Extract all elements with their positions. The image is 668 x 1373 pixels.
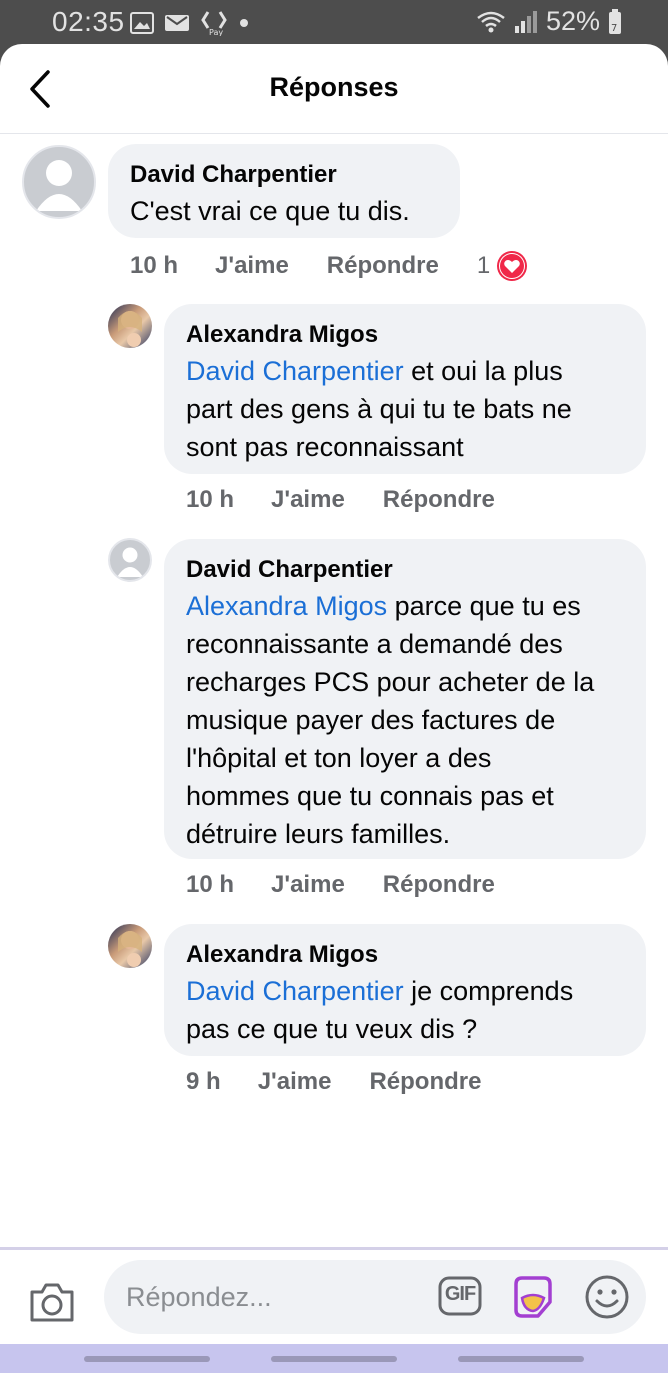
comment-text-line: part des gens à qui tu te bats ne: [186, 394, 572, 424]
avatar[interactable]: [22, 145, 96, 219]
mention-link[interactable]: Alexandra Migos: [186, 591, 387, 621]
comment-text-line: et oui la plus: [403, 356, 563, 386]
avatar[interactable]: [108, 924, 152, 968]
mail-icon: [165, 15, 189, 31]
gif-button[interactable]: GIF: [438, 1276, 482, 1316]
mention-link[interactable]: David Charpentier: [186, 356, 404, 386]
status-time: 02:35: [52, 6, 125, 37]
comment-bubble: David Charpentier C'est vrai ce que tu d…: [108, 144, 460, 238]
comment-author[interactable]: Alexandra Migos: [186, 318, 624, 352]
comment-actions: 10 h J'aime Répondre: [186, 484, 495, 516]
composer-divider: [0, 1247, 668, 1250]
sticker-icon[interactable]: [510, 1274, 556, 1320]
svg-text:Pay: Pay: [209, 28, 223, 36]
comment-text: Alexandra Migos parce que tu es reconnai…: [186, 587, 624, 853]
profile-photo: [118, 311, 142, 347]
comment-text: C'est vrai ce que tu dis.: [130, 196, 410, 226]
comment-time: 10 h: [130, 252, 179, 279]
dot-icon: [240, 19, 248, 27]
comment-author[interactable]: David Charpentier: [186, 553, 624, 587]
comment-text-line: hommes que tu connais pas et: [186, 781, 554, 811]
status-notification-icons: Pay: [130, 10, 250, 36]
status-system-icons: 52% 7: [476, 6, 622, 37]
avatar[interactable]: [108, 538, 152, 582]
reply-button[interactable]: Répondre: [327, 252, 439, 280]
comment-text-line: détruire leurs familles.: [186, 819, 451, 849]
comment-author[interactable]: Alexandra Migos: [186, 938, 624, 972]
nav-home-button[interactable]: [271, 1356, 397, 1362]
svg-text:7: 7: [611, 23, 617, 34]
comment-actions: 9 h J'aime Répondre: [186, 1066, 481, 1098]
comment-text-line: reconnaissante a demandé des: [186, 629, 563, 659]
like-button[interactable]: J'aime: [271, 871, 345, 899]
nav-recents-button[interactable]: [84, 1356, 210, 1362]
comment-time: 9 h: [186, 1068, 221, 1095]
comment-text-line: recharges PCS pour acheter de la: [186, 667, 595, 697]
comment-text-line: parce que tu es: [387, 591, 581, 621]
reply-button[interactable]: Répondre: [383, 871, 495, 899]
comment-time: 10 h: [186, 486, 235, 513]
signal-icon: [514, 10, 537, 33]
avatar[interactable]: [108, 304, 152, 348]
mention-link[interactable]: David Charpentier: [186, 976, 404, 1006]
like-button[interactable]: J'aime: [271, 486, 345, 514]
system-nav-bar: [0, 1344, 668, 1373]
comment-author[interactable]: David Charpentier: [130, 158, 438, 192]
heart-icon[interactable]: [496, 250, 528, 282]
reply-input[interactable]: [126, 1278, 426, 1316]
battery-percent: 52%: [545, 6, 600, 36]
comment-text-line: l'hôpital et ton loyer a des: [186, 743, 492, 773]
comment-actions: 10 h J'aime Répondre 1: [130, 250, 528, 282]
reaction-count: 1: [476, 252, 491, 279]
reply-composer[interactable]: GIF: [104, 1260, 646, 1334]
header: Réponses: [0, 44, 668, 134]
battery-icon: 7: [609, 8, 621, 34]
comment-text-line: sont pas reconnaissant: [186, 432, 464, 462]
default-avatar-icon: [117, 547, 143, 577]
profile-photo: [118, 931, 142, 967]
camera-icon[interactable]: [28, 1280, 76, 1324]
comment-text-line: musique payer des factures de: [186, 705, 556, 735]
emoji-icon[interactable]: [584, 1274, 630, 1320]
wifi-icon: [477, 11, 505, 32]
like-button[interactable]: J'aime: [258, 1068, 332, 1096]
reply-button[interactable]: Répondre: [369, 1068, 481, 1096]
gif-label: GIF: [444, 1283, 476, 1305]
image-icon: [130, 12, 154, 34]
nav-back-button[interactable]: [458, 1356, 584, 1362]
page-title: Réponses: [269, 72, 399, 102]
comment-actions: 10 h J'aime Répondre: [186, 869, 495, 901]
comment-bubble: Alexandra Migos David Charpentier et oui…: [164, 304, 646, 474]
like-button[interactable]: J'aime: [215, 252, 289, 280]
comment-bubble: David Charpentier Alexandra Migos parce …: [164, 539, 646, 859]
comment-text: David Charpentier et oui la plus part de…: [186, 352, 624, 466]
status-bar: 02:35 Pay 52% 7: [0, 0, 668, 48]
pay-icon: Pay: [201, 11, 227, 36]
comment-text-line: pas ce que tu veux dis ?: [186, 1014, 478, 1044]
default-avatar-icon: [36, 160, 82, 211]
replies-sheet: Réponses David Charpentier C'est vrai ce…: [0, 44, 668, 1344]
comment-bubble: Alexandra Migos David Charpentier je com…: [164, 924, 646, 1056]
comment-text-line: je comprends: [403, 976, 574, 1006]
reply-button[interactable]: Répondre: [383, 486, 495, 514]
comment-time: 10 h: [186, 871, 235, 898]
comment-text: David Charpentier je comprends pas ce qu…: [186, 972, 624, 1048]
